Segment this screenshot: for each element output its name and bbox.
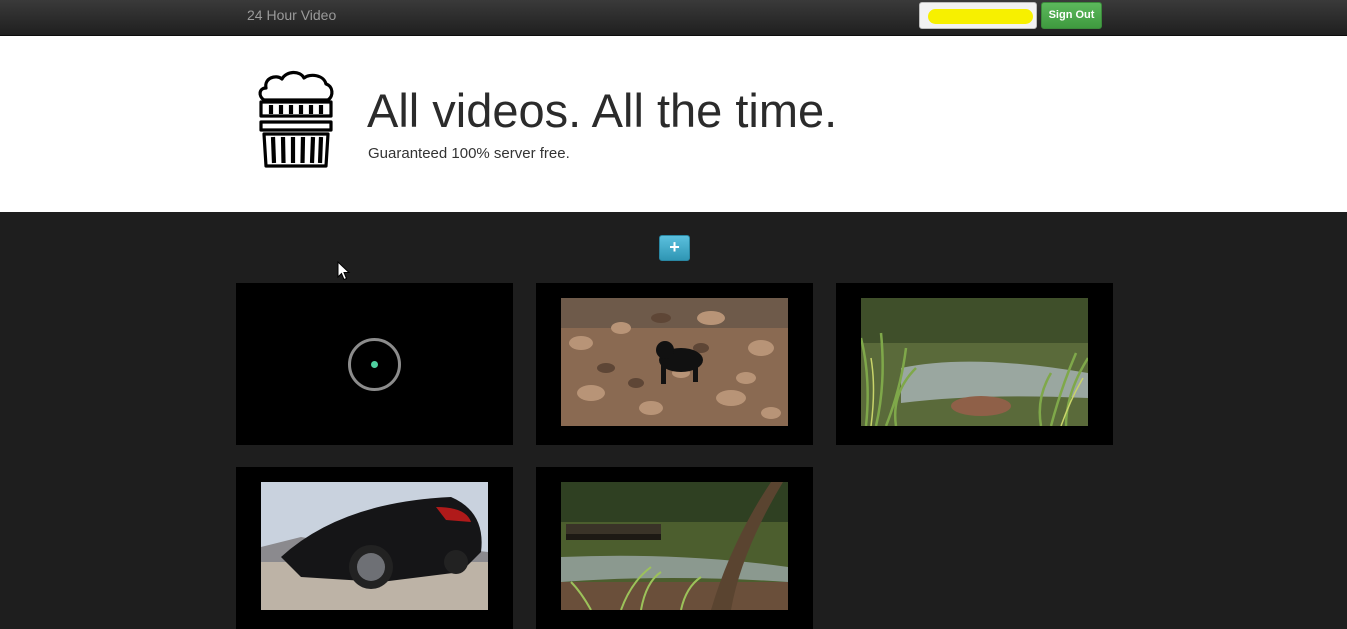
video-card[interactable] [836,283,1113,445]
top-navbar: 24 Hour Video Sign Out [0,0,1347,36]
video-thumbnail[interactable] [561,482,788,610]
hero-banner: All videos. All the time. Guaranteed 100… [0,36,1347,212]
mouse-cursor-icon [337,261,351,281]
video-card[interactable] [236,467,513,629]
spinner-dot [371,361,378,368]
video-card[interactable] [236,283,513,445]
video-card[interactable] [536,283,813,445]
video-thumbnail[interactable] [261,482,488,610]
add-video-button[interactable]: + [659,235,690,261]
video-card[interactable] [536,467,813,629]
popcorn-logo-icon [258,70,334,168]
brand-link[interactable]: 24 Hour Video [247,7,336,23]
loading-spinner-icon [348,338,401,391]
redacted-username [928,9,1033,24]
username-display [919,2,1037,29]
hero-subtitle: Guaranteed 100% server free. [368,145,570,162]
video-thumbnail[interactable] [561,298,788,426]
video-thumbnail[interactable] [861,298,1088,426]
hero-title: All videos. All the time. [367,84,838,137]
sign-out-button[interactable]: Sign Out [1041,2,1102,29]
